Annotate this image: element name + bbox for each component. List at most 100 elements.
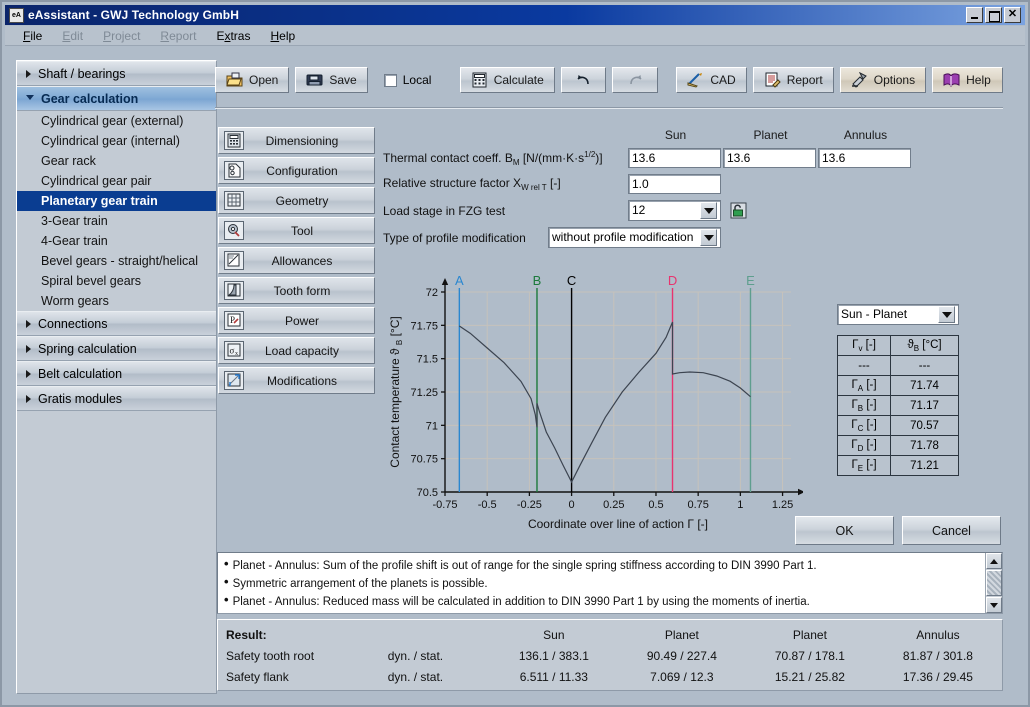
cad-button-label: CAD xyxy=(710,73,735,87)
thermal-contact-annulus-input[interactable]: 13.6 xyxy=(818,148,911,168)
save-button[interactable]: Save xyxy=(295,67,367,93)
sidebar-group-label: Connections xyxy=(38,317,108,331)
result-column-planet-2: Planet xyxy=(746,624,874,645)
load-capacity-button[interactable]: σx Load capacity xyxy=(218,337,375,364)
maximize-icon[interactable] xyxy=(985,7,1002,23)
profile-modification-select[interactable]: without profile modification xyxy=(548,227,721,248)
table-row: Safety tooth root dyn. / stat. 136.1 / 3… xyxy=(224,645,1002,666)
redo-button[interactable] xyxy=(612,67,658,93)
svg-text:D: D xyxy=(668,274,677,288)
chevron-right-icon xyxy=(26,320,31,328)
configuration-label: Configuration xyxy=(244,164,374,178)
close-icon[interactable]: ✕ xyxy=(1004,7,1021,23)
minimize-icon[interactable] xyxy=(966,7,983,23)
power-button[interactable]: P Power xyxy=(218,307,375,334)
scroll-up-icon[interactable] xyxy=(986,553,1002,569)
svg-text:Contact temperature ϑ B [°C]: Contact temperature ϑ B [°C] xyxy=(388,316,404,467)
menu-help[interactable]: Help xyxy=(270,29,295,43)
sidebar-item-worm-gears[interactable]: Worm gears xyxy=(17,291,216,311)
local-checkbox-wrapper[interactable]: Local xyxy=(374,73,442,87)
tooth-form-button[interactable]: Tooth form xyxy=(218,277,375,304)
sigma-icon: σx xyxy=(224,341,244,360)
chevron-down-icon[interactable] xyxy=(938,306,955,323)
configuration-button[interactable]: Configuration xyxy=(218,157,375,184)
row-kind: dyn. / stat. xyxy=(387,666,490,687)
sidebar-item-3-gear-train[interactable]: 3-Gear train xyxy=(17,211,216,231)
menu-project[interactable]: Project xyxy=(103,29,140,43)
sidebar-group-gratis-modules[interactable]: Gratis modules xyxy=(17,386,216,411)
sidebar-item-planetary-gear-train[interactable]: Planetary gear train xyxy=(17,191,216,211)
title-bar: eA eAssistant - GWJ Technology GmbH ✕ xyxy=(5,5,1025,25)
messages-scrollbar[interactable] xyxy=(985,553,1002,613)
options-button[interactable]: Options xyxy=(840,67,926,93)
sidebar-item-cylindrical-gear-internal[interactable]: Cylindrical gear (internal) xyxy=(17,131,216,151)
svg-text:-0.75: -0.75 xyxy=(432,499,457,511)
cancel-button[interactable]: Cancel xyxy=(902,516,1001,545)
sidebar-item-cylindrical-gear-pair[interactable]: Cylindrical gear pair xyxy=(17,171,216,191)
report-button[interactable]: Report xyxy=(753,67,834,93)
sidebar-tree[interactable]: Shaft / bearings Gear calculation Cylind… xyxy=(16,60,217,694)
row-cell: 6.511 / 11.33 xyxy=(490,666,618,687)
scroll-down-icon[interactable] xyxy=(986,597,1002,613)
row-label: ΓA [-] xyxy=(838,376,891,396)
sidebar-group-belt-calculation[interactable]: Belt calculation xyxy=(17,361,216,386)
menu-file[interactable]: File xyxy=(23,29,42,43)
chevron-down-icon[interactable] xyxy=(700,229,717,246)
sidebar-item-cylindrical-gear-external[interactable]: Cylindrical gear (external) xyxy=(17,111,216,131)
tooth-form-label: Tooth form xyxy=(244,284,374,298)
svg-text:P: P xyxy=(230,315,235,325)
row-cell: 90.49 / 227.4 xyxy=(618,645,746,666)
help-button[interactable]: Help xyxy=(932,67,1003,93)
row-label: ΓC [-] xyxy=(838,416,891,436)
sidebar-item-4-gear-train[interactable]: 4-Gear train xyxy=(17,231,216,251)
local-checkbox[interactable] xyxy=(384,74,397,87)
sidebar-group-spring-calculation[interactable]: Spring calculation xyxy=(17,336,216,361)
result-header-row: Result: Sun Planet Planet Annulus xyxy=(224,624,1002,645)
chevron-right-icon xyxy=(26,395,31,403)
geometry-label: Geometry xyxy=(244,194,374,208)
allowances-icon xyxy=(224,251,244,270)
chevron-right-icon xyxy=(26,370,31,378)
tool-button[interactable]: Tool xyxy=(218,217,375,244)
sidebar-group-gear-calculation[interactable]: Gear calculation xyxy=(17,86,216,111)
modifications-button[interactable]: Modifications xyxy=(218,367,375,394)
menu-edit[interactable]: Edit xyxy=(62,29,83,43)
open-button[interactable]: Open xyxy=(215,67,289,93)
calculate-button[interactable]: Calculate xyxy=(460,67,555,93)
dimensioning-button[interactable]: Dimensioning xyxy=(218,127,375,154)
cad-button[interactable]: CAD xyxy=(676,67,746,93)
thermal-contact-planet-input[interactable]: 13.6 xyxy=(723,148,816,168)
fzg-load-stage-select[interactable]: 12 xyxy=(628,200,721,221)
menu-report[interactable]: Report xyxy=(160,29,196,43)
ok-button[interactable]: OK xyxy=(795,516,894,545)
gear-tool-icon xyxy=(224,221,244,240)
sidebar-item-gear-rack[interactable]: Gear rack xyxy=(17,151,216,171)
row-label: ΓD [-] xyxy=(838,436,891,456)
thermal-contact-sun-input[interactable]: 13.6 xyxy=(628,148,721,168)
allowances-button[interactable]: Allowances xyxy=(218,247,375,274)
sidebar-group-connections[interactable]: Connections xyxy=(17,311,216,336)
allowances-label: Allowances xyxy=(244,254,374,268)
row-cell: 7.069 / 12.3 xyxy=(618,666,746,687)
gamma-temperature-table: Γv [-] ϑB [°C] --- --- ΓA [-] 71.74 ΓB [… xyxy=(837,335,959,476)
power-label: Power xyxy=(244,314,374,328)
scrollbar-thumb[interactable] xyxy=(986,570,1002,596)
geometry-button[interactable]: Geometry xyxy=(218,187,375,214)
sidebar-item-spiral-bevel-gears[interactable]: Spiral bevel gears xyxy=(17,271,216,291)
undo-button[interactable] xyxy=(561,67,607,93)
chevron-down-icon[interactable] xyxy=(700,202,717,219)
parameters-form: Sun Planet Annulus Thermal contact coeff… xyxy=(383,128,1001,248)
structure-factor-input[interactable]: 1.0 xyxy=(628,174,721,194)
messages-list[interactable]: •Planet - Annulus: Sum of the profile sh… xyxy=(218,553,985,613)
padlock-icon[interactable] xyxy=(729,201,748,220)
menu-extras[interactable]: Extras xyxy=(216,29,250,43)
gear-pair-select[interactable]: Sun - Planet xyxy=(837,304,959,325)
result-title: Result: xyxy=(224,624,387,645)
redo-arrow-icon xyxy=(627,72,644,88)
row-cell: 15.21 / 25.82 xyxy=(746,666,874,687)
save-button-label: Save xyxy=(329,73,356,87)
sidebar-item-bevel-gears[interactable]: Bevel gears - straight/helical xyxy=(17,251,216,271)
sidebar-group-shaft-bearings[interactable]: Shaft / bearings xyxy=(17,61,216,86)
row-cell: 136.1 / 383.1 xyxy=(490,645,618,666)
contact-temperature-chart: 70.570.757171.2571.571.7572-0.75-0.5-0.2… xyxy=(383,274,803,534)
